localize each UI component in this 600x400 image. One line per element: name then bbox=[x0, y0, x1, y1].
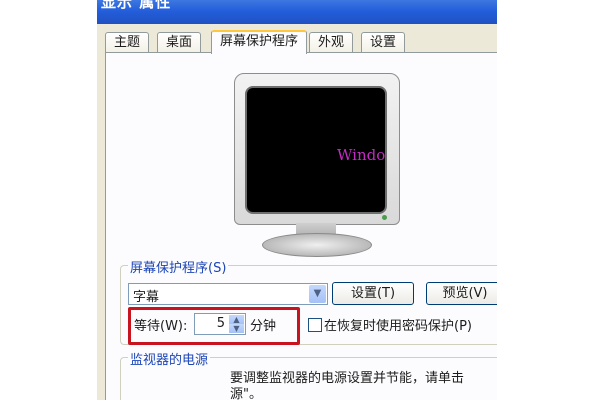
wait-minutes-stepper[interactable]: 5 ▲ ▼ bbox=[194, 313, 246, 335]
display-properties-dialog: 显示 属性 主题 桌面 屏幕保护程序 外观 设置 Windows N 屏幕保护程… bbox=[97, 0, 497, 400]
wait-unit-label: 分钟 bbox=[250, 319, 277, 334]
tab-screensaver[interactable]: 屏幕保护程序 bbox=[211, 30, 308, 54]
wait-label: 等待(W): bbox=[134, 319, 188, 334]
tab-appearance[interactable]: 外观 bbox=[309, 32, 354, 52]
preview-button[interactable]: 预览(V) bbox=[426, 282, 497, 305]
settings-button[interactable]: 设置(T) bbox=[332, 282, 414, 305]
tab-panel: Windows N 屏幕保护程序(S) 字幕 ▼ 设置(T) 预览(V) 等待(… bbox=[105, 52, 497, 400]
chevron-down-icon[interactable]: ▼ bbox=[309, 285, 326, 303]
screensaver-group-label: 屏幕保护程序(S) bbox=[128, 257, 229, 276]
wait-minutes-value: 5 bbox=[216, 316, 225, 331]
spin-up-icon[interactable]: ▲ bbox=[229, 315, 244, 324]
power-led-icon bbox=[382, 215, 387, 220]
power-group-label: 监视器的电源 bbox=[128, 349, 211, 368]
password-checkbox[interactable] bbox=[308, 318, 322, 332]
preview-marquee-text: Windows N bbox=[337, 146, 386, 164]
power-description-line2: 源"。 bbox=[230, 387, 262, 400]
password-label[interactable]: 在恢复时使用密码保护(P) bbox=[324, 315, 472, 334]
tab-settings[interactable]: 设置 bbox=[361, 32, 406, 52]
window-title: 显示 属性 bbox=[101, 0, 172, 11]
spin-down-icon[interactable]: ▼ bbox=[229, 324, 244, 333]
tab-themes[interactable]: 主题 bbox=[105, 32, 150, 52]
monitor-preview: Windows N bbox=[234, 73, 400, 259]
title-bar: 显示 属性 bbox=[97, 0, 497, 24]
screensaver-selected-value: 字幕 bbox=[133, 290, 160, 305]
power-description-line1: 要调整监视器的电源设置并节能，请单击 bbox=[230, 371, 465, 386]
tab-desktop[interactable]: 桌面 bbox=[157, 32, 202, 52]
monitor-stand bbox=[262, 233, 372, 257]
monitor-bezel: Windows N bbox=[234, 73, 400, 225]
screensaver-select[interactable]: 字幕 ▼ bbox=[128, 283, 328, 305]
preview-screen: Windows N bbox=[245, 86, 387, 214]
